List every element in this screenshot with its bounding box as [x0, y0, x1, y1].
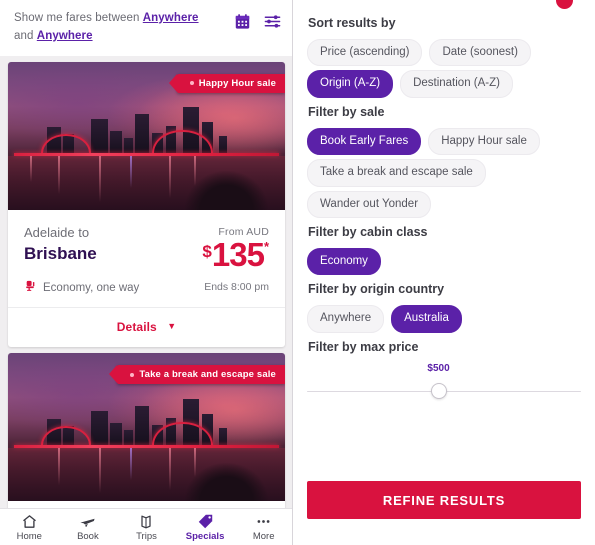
sale-chip-book-early-fares[interactable]: Book Early Fares — [307, 127, 422, 156]
fare-card-body: Adelaide to Brisbane Economy, one way Fr… — [8, 210, 285, 306]
header-icon-group — [234, 10, 281, 30]
sort-options: Price (ascending) Date (soonest) — [307, 39, 581, 67]
refine-results-button[interactable]: REFINE RESULTS — [307, 481, 581, 519]
bottom-navigation: Home Book Trips Specials More — [0, 508, 292, 545]
origin-country-section-title: Filter by origin country — [308, 282, 445, 297]
sort-section-title: Sort results by — [308, 16, 396, 30]
fare-results-panel: Show me fares between Anywhere and Anywh… — [0, 0, 293, 545]
nav-label-trips: Trips — [136, 530, 157, 542]
sale-section-title: Filter by sale — [308, 104, 385, 119]
cabin-options: Economy — [307, 247, 581, 276]
nav-label-book: Book — [77, 530, 99, 542]
sale-options-row2: Take a break and escape sale — [307, 159, 581, 187]
price-amount: $135* — [202, 235, 269, 273]
sale-chip-wander-out-yonder[interactable]: Wander out Yonder — [307, 190, 432, 218]
app-screen: Show me fares between Anywhere and Anywh… — [0, 0, 595, 545]
badge-dot-icon — [189, 81, 194, 86]
fare-card[interactable]: Take a break and escape sale Adelaide to… — [8, 353, 285, 508]
sale-chip-happy-hour-sale[interactable]: Happy Hour sale — [428, 127, 540, 156]
nav-item-home[interactable]: Home — [0, 513, 59, 542]
refine-filters-panel: Sort results by Price (ascending) Date (… — [293, 0, 595, 545]
fare-search-summary: Show me fares between Anywhere and Anywh… — [14, 10, 212, 46]
sort-chip-date-soonest[interactable]: Date (soonest) — [429, 39, 531, 67]
nav-item-trips[interactable]: Trips — [117, 513, 176, 542]
max-price-slider[interactable]: $500 — [307, 363, 581, 405]
tag-icon — [198, 514, 212, 528]
fare-card[interactable]: Happy Hour sale Adelaide to Brisbane Eco… — [8, 61, 285, 348]
close-icon[interactable] — [556, 0, 573, 9]
fare-summary-middle: and — [14, 29, 37, 42]
route-block: Adelaide to Brisbane Economy, one way — [24, 224, 139, 298]
sale-badge: Happy Hour sale — [168, 73, 285, 93]
origin-country-options: Anywhere Australia — [307, 305, 581, 333]
sort-chip-price-ascending[interactable]: Price (ascending) — [307, 39, 423, 67]
fare-summary-prefix: Show me fares between — [14, 12, 143, 24]
ellipsis-icon — [257, 519, 270, 523]
calendar-icon[interactable] — [234, 13, 251, 30]
offer-expiry: Ends 8:00 pm — [204, 280, 269, 293]
route-origin: Adelaide to — [24, 224, 90, 240]
nav-label-home: Home — [16, 530, 42, 542]
cabin-section-title: Filter by cabin class — [308, 224, 428, 239]
details-toggle[interactable]: Details ▼ — [8, 308, 285, 347]
seat-icon — [24, 279, 37, 297]
destination-photo: Take a break and escape sale — [8, 353, 285, 502]
nav-label-more: More — [252, 530, 275, 542]
sale-options-row3: Wander out Yonder — [307, 190, 581, 218]
home-icon — [22, 514, 36, 528]
cabin-chip-economy[interactable]: Economy — [307, 247, 381, 276]
nav-label-specials: Specials — [185, 530, 225, 542]
nav-item-more[interactable]: More — [234, 513, 292, 542]
destination-photo: Happy Hour sale — [8, 61, 285, 210]
max-price-section-title: Filter by max price — [308, 339, 419, 354]
nav-item-book[interactable]: Book — [59, 513, 118, 542]
chevron-down-icon: ▼ — [167, 321, 177, 332]
sliders-icon[interactable] — [264, 13, 281, 30]
fare-search-header: Show me fares between Anywhere and Anywh… — [0, 0, 292, 56]
fare-card-body: Adelaide to From AUD — [8, 501, 285, 508]
route-destination: Brisbane — [24, 244, 97, 264]
sort-options-row2: Origin (A-Z) Destination (A-Z) — [307, 70, 581, 98]
map-icon — [141, 515, 152, 528]
badge-dot-icon — [130, 372, 135, 377]
nav-item-specials[interactable]: Specials — [176, 513, 235, 542]
sale-badge: Take a break and escape sale — [109, 365, 285, 385]
price-block: From AUD $135* Ends 8:00 pm — [202, 224, 269, 298]
max-price-value: $500 — [427, 362, 450, 374]
sale-badge-label: Take a break and escape sale — [139, 369, 276, 381]
sort-chip-destination-az[interactable]: Destination (A-Z) — [400, 70, 513, 98]
destination-link[interactable]: Anywhere — [37, 30, 93, 42]
origin-chip-australia[interactable]: Australia — [391, 305, 462, 333]
cabin-label: Economy, one way — [43, 282, 140, 295]
origin-chip-anywhere[interactable]: Anywhere — [307, 305, 385, 333]
sale-chip-take-a-break-and-escape-sale[interactable]: Take a break and escape sale — [307, 159, 486, 187]
sale-badge-label: Happy Hour sale — [198, 77, 276, 89]
plane-icon — [80, 518, 95, 527]
origin-link[interactable]: Anywhere — [143, 12, 199, 24]
price-value: 135 — [211, 235, 265, 273]
currency-symbol: $ — [202, 241, 212, 261]
slider-thumb[interactable] — [430, 382, 447, 399]
details-label: Details — [116, 320, 157, 335]
fare-results-scroll[interactable]: Show me fares between Anywhere and Anywh… — [0, 0, 292, 508]
sale-options: Book Early Fares Happy Hour sale — [307, 127, 581, 156]
sort-chip-origin-az[interactable]: Origin (A-Z) — [307, 70, 394, 98]
cabin-info: Economy, one way — [24, 279, 139, 297]
price-asterisk: * — [263, 238, 269, 254]
